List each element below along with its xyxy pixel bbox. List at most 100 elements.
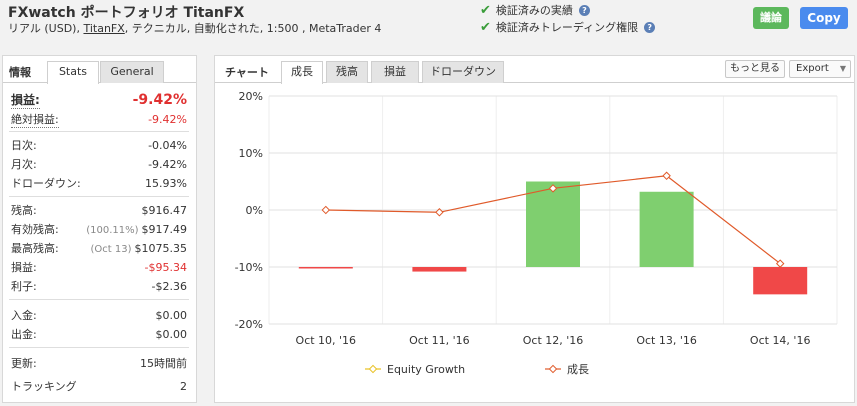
x-tick-label: Oct 10, '16 [296,334,357,347]
chart-panel: チャート 成長 残高 損益 ドローダウン もっと見る Export ▼ -20%… [214,55,855,403]
stat-row-drawdown: ドローダウン: 15.93% [11,174,187,192]
stat-row-abs-gain: 絶対損益: -9.42% [11,110,187,128]
stat-label: 損益: [11,261,37,274]
stat-value: 15時間前 [140,357,187,370]
export-button[interactable]: Export ▼ [789,60,851,78]
page-header: FXwatch ポートフォリオ TitanFX リアル (USD), Titan… [0,0,857,48]
stat-row-highest: 最高残高: (Oct 13) $1075.35 [11,239,187,257]
tab-growth[interactable]: 成長 [281,61,323,84]
copy-button[interactable]: Copy [800,7,848,29]
stat-row-gain: 損益: -9.42% [11,91,187,109]
more-button[interactable]: もっと見る [725,60,785,78]
stat-value: 15.93% [145,176,187,190]
verified-trading-label: 検証済みトレーディング権限 [495,21,639,34]
subtitle-pre: リアル (USD), [8,22,84,35]
stat-label: トラッキング [11,380,77,393]
stat-value: 2 [180,379,187,393]
stat-label: ドローダウン: [11,177,81,190]
divider [9,196,189,197]
tab-general[interactable]: General [100,61,164,83]
stat-value: -0.04% [148,138,187,152]
tab-balance[interactable]: 残高 [326,61,368,83]
stat-label: 入金: [11,309,37,322]
legend-equity-growth: Equity Growth [387,363,465,376]
chevron-down-icon: ▼ [839,64,846,73]
stat-label: 利子: [11,280,37,293]
tab-stats[interactable]: Stats [47,61,99,84]
stat-value: $916.47 [141,203,188,217]
stat-prefix: (Oct 13) [90,243,132,255]
tab-profit[interactable]: 損益 [371,61,419,83]
stat-label: 残高: [11,204,37,217]
stats-tabs: 情報 Stats General [3,56,196,84]
help-icon[interactable]: ? [578,4,590,16]
subtitle-post: , テクニカル, 自動化された, 1:500 , MetaTrader 4 [124,22,382,35]
stat-row-equity: 有効残高: (100.11%) $917.49 [11,220,187,238]
discuss-button[interactable]: 議論 [753,7,789,29]
stat-value-text: $1075.35 [134,241,188,255]
stat-prefix: (100.11%) [86,224,139,236]
stat-value: $0.00 [155,308,188,322]
x-tick-label: Oct 14, '16 [750,334,811,347]
stat-label: 更新: [11,357,37,370]
stat-value: -9.42% [148,112,187,126]
chart-label: チャート [225,66,269,79]
stat-row-interest: 利子: -$2.36 [11,277,187,295]
legend-swatch-marker [548,364,558,374]
account-subtitle: リアル (USD), TitanFX, テクニカル, 自動化された, 1:500… [8,20,381,36]
y-tick-label: -20% [235,318,263,331]
divider [9,131,189,132]
divider [9,299,189,300]
stat-row-monthly: 月次: -9.42% [11,155,187,173]
stat-label: 絶対損益: [11,112,59,128]
verified-record: ✔ 検証済みの実績 ? [480,2,590,18]
bar [639,191,694,267]
check-icon: ✔ [480,19,491,35]
page-root: FXwatch ポートフォリオ TitanFX リアル (USD), Titan… [0,0,857,406]
stat-value: -9.42% [148,157,187,171]
bar [412,267,467,272]
stat-row-profit: 損益: -$95.34 [11,258,187,276]
stat-row-deposits: 入金: $0.00 [11,306,187,324]
tab-drawdown[interactable]: ドローダウン [422,61,504,83]
x-tick-label: Oct 11, '16 [409,334,470,347]
stat-row-withdrawals: 出金: $0.00 [11,325,187,343]
stat-label: 月次: [11,158,37,171]
stat-value: (Oct 13) $1075.35 [91,242,188,255]
stat-label: 有効残高: [11,223,59,236]
stats-panel: 情報 Stats General 損益: -9.42% 絶対損益: -9.42%… [2,55,197,403]
growth-chart-svg: -20% -10% 0% 10% 20% Oct 10, '16 Oct 11, '16 Oc… [235,90,838,376]
legend-growth: 成長 [567,363,589,376]
stat-value: -9.42% [132,92,187,108]
legend-swatch-marker [368,364,378,374]
stat-value: (100.11%) $917.49 [86,223,187,236]
bar [298,267,353,269]
y-tick-label: -10% [235,261,263,274]
stat-label: 損益: [11,93,40,109]
stat-value: -$95.34 [144,260,187,274]
stat-row-tracking: トラッキング 2 [11,377,187,395]
bar [526,181,580,267]
x-tick-label: Oct 12, '16 [523,334,584,347]
x-tick-label: Oct 13, '16 [636,334,697,347]
page-title: FXwatch ポートフォリオ TitanFX [8,5,245,21]
stat-value: -$2.36 [151,279,187,293]
stat-label: 最高残高: [11,242,59,255]
verified-trading: ✔ 検証済みトレーディング権限 ? [480,19,656,35]
growth-chart: -20% -10% 0% 10% 20% Oct 10, '16 Oct 11, '16 Oc… [215,84,855,402]
broker-link[interactable]: TitanFX [83,22,124,35]
info-label: 情報 [9,66,31,79]
stat-value-text: $917.49 [141,222,188,236]
verified-record-label: 検証済みの実績 [495,4,573,17]
stat-value: $0.00 [155,327,188,341]
help-icon[interactable]: ? [644,21,656,33]
check-icon: ✔ [480,2,491,18]
y-tick-label: 10% [239,147,263,160]
stat-label: 出金: [11,328,37,341]
chart-tabs: チャート 成長 残高 損益 ドローダウン もっと見る Export ▼ [215,56,854,84]
bar [753,267,808,295]
y-tick-label: 0% [246,204,263,217]
export-label: Export [796,63,829,74]
stat-row-balance: 残高: $916.47 [11,201,187,219]
y-tick-label: 20% [239,90,263,103]
